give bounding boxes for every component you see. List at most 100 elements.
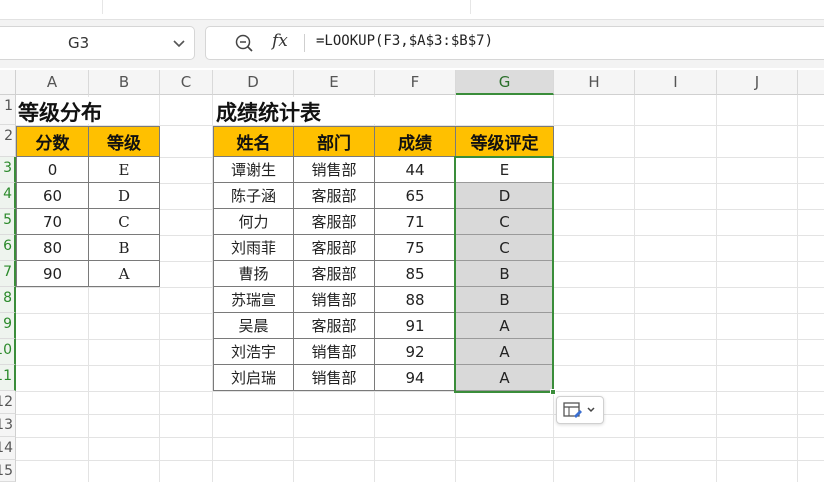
score-cell[interactable]: 75: [375, 235, 456, 261]
name-box-value: G3: [68, 34, 90, 52]
fill-handle[interactable]: [550, 389, 556, 395]
grade-header-level[interactable]: 等级: [89, 126, 160, 157]
row-header-13[interactable]: 13: [0, 414, 16, 437]
dept-cell[interactable]: 客服部: [294, 209, 375, 235]
grade-score-cell[interactable]: 80: [16, 235, 89, 261]
gridline: [716, 95, 717, 482]
row-header-7[interactable]: 7: [0, 261, 16, 287]
name-cell[interactable]: 何力: [213, 209, 294, 235]
formula-divider: [304, 34, 305, 52]
name-cell[interactable]: 吴晨: [213, 313, 294, 339]
gridline: [16, 460, 824, 461]
grade-level-cell[interactable]: B: [89, 235, 160, 261]
row-header-2[interactable]: 2: [0, 125, 16, 157]
row-header-1[interactable]: 1: [0, 95, 16, 125]
chevron-down-icon[interactable]: [170, 33, 188, 53]
row-header-9[interactable]: 9: [0, 313, 16, 339]
column-header-j[interactable]: J: [717, 70, 798, 95]
name-cell[interactable]: 曹扬: [213, 261, 294, 287]
dept-cell[interactable]: 销售部: [294, 339, 375, 365]
row-header-4[interactable]: 4: [0, 183, 16, 209]
function-icon[interactable]: fx: [272, 31, 296, 53]
row-header-6[interactable]: 6: [0, 235, 16, 261]
grade-score-cell[interactable]: 70: [16, 209, 89, 235]
column-header-b[interactable]: B: [89, 70, 160, 95]
ribbon-divider: [470, 0, 471, 14]
grade-result-cell[interactable]: C: [456, 235, 554, 261]
grade-result-cell[interactable]: C: [456, 209, 554, 235]
column-header-k[interactable]: [798, 70, 824, 95]
gridline: [634, 95, 635, 482]
name-cell[interactable]: 刘浩宇: [213, 339, 294, 365]
column-header-g[interactable]: G: [456, 70, 554, 95]
gridline: [16, 391, 824, 392]
grade-level-cell[interactable]: A: [89, 261, 160, 287]
row-header-3[interactable]: 3: [0, 157, 16, 183]
grade-result-cell[interactable]: A: [456, 313, 554, 339]
dept-cell[interactable]: 客服部: [294, 313, 375, 339]
grade-score-cell[interactable]: 90: [16, 261, 89, 287]
score-cell[interactable]: 71: [375, 209, 456, 235]
dept-cell[interactable]: 客服部: [294, 183, 375, 209]
grade-level-cell[interactable]: E: [89, 157, 160, 183]
row-header-8[interactable]: 8: [0, 287, 16, 313]
gridline: [16, 414, 824, 415]
score-cell[interactable]: 44: [375, 157, 456, 183]
score-header-name[interactable]: 姓名: [213, 126, 294, 157]
row-header-15[interactable]: 15: [0, 460, 16, 482]
name-cell[interactable]: 谭谢生: [213, 157, 294, 183]
row-header-5[interactable]: 5: [0, 209, 16, 235]
gridline: [16, 437, 824, 438]
score-header-dept[interactable]: 部门: [294, 126, 375, 157]
formula-text[interactable]: =LOOKUP(F3,$A$3:$B$7): [316, 33, 796, 53]
column-header-h[interactable]: H: [554, 70, 635, 95]
grade-level-cell[interactable]: C: [89, 209, 160, 235]
score-cell[interactable]: 85: [375, 261, 456, 287]
grade-score-cell[interactable]: 0: [16, 157, 89, 183]
row-header-11[interactable]: 11: [0, 365, 16, 391]
score-header-grade[interactable]: 等级评定: [456, 126, 554, 157]
dept-cell[interactable]: 销售部: [294, 157, 375, 183]
column-header-e[interactable]: E: [294, 70, 375, 95]
score-cell[interactable]: 65: [375, 183, 456, 209]
column-header-d[interactable]: D: [213, 70, 294, 95]
grade-score-cell[interactable]: 60: [16, 183, 89, 209]
grade-header-score[interactable]: 分数: [16, 126, 89, 157]
name-cell[interactable]: 刘雨菲: [213, 235, 294, 261]
dept-cell[interactable]: 销售部: [294, 365, 375, 391]
grade-result-cell[interactable]: E: [456, 157, 554, 183]
column-header-f[interactable]: F: [375, 70, 456, 95]
score-cell[interactable]: 91: [375, 313, 456, 339]
ribbon-remnant: [0, 0, 824, 20]
column-header-a[interactable]: A: [16, 70, 89, 95]
ribbon-divider: [102, 0, 103, 14]
grade-level-cell[interactable]: D: [89, 183, 160, 209]
grade-result-cell[interactable]: B: [456, 261, 554, 287]
table-options-icon: [563, 402, 595, 418]
dept-cell[interactable]: 客服部: [294, 261, 375, 287]
column-header-c[interactable]: C: [160, 70, 213, 95]
name-cell[interactable]: 刘启瑞: [213, 365, 294, 391]
row-header-10[interactable]: 10: [0, 339, 16, 365]
row-header-14[interactable]: 14: [0, 437, 16, 460]
score-cell[interactable]: 88: [375, 287, 456, 313]
score-table-title: 成绩统计表: [216, 97, 376, 125]
grade-table-title: 等级分布: [18, 97, 158, 125]
grade-result-cell[interactable]: A: [456, 339, 554, 365]
score-cell[interactable]: 94: [375, 365, 456, 391]
grade-result-cell[interactable]: A: [456, 365, 554, 391]
quick-options-button[interactable]: [556, 396, 604, 424]
zoom-out-icon[interactable]: [234, 33, 254, 53]
score-cell[interactable]: 92: [375, 339, 456, 365]
name-cell[interactable]: 陈子涵: [213, 183, 294, 209]
select-all-corner[interactable]: [0, 70, 16, 95]
dept-cell[interactable]: 销售部: [294, 287, 375, 313]
row-header-12[interactable]: 12: [0, 391, 16, 414]
score-header-score[interactable]: 成绩: [375, 126, 456, 157]
grade-result-cell[interactable]: D: [456, 183, 554, 209]
dept-cell[interactable]: 客服部: [294, 235, 375, 261]
column-header-i[interactable]: I: [635, 70, 717, 95]
name-cell[interactable]: 苏瑞宣: [213, 287, 294, 313]
grade-result-cell[interactable]: B: [456, 287, 554, 313]
gridline: [797, 95, 798, 482]
